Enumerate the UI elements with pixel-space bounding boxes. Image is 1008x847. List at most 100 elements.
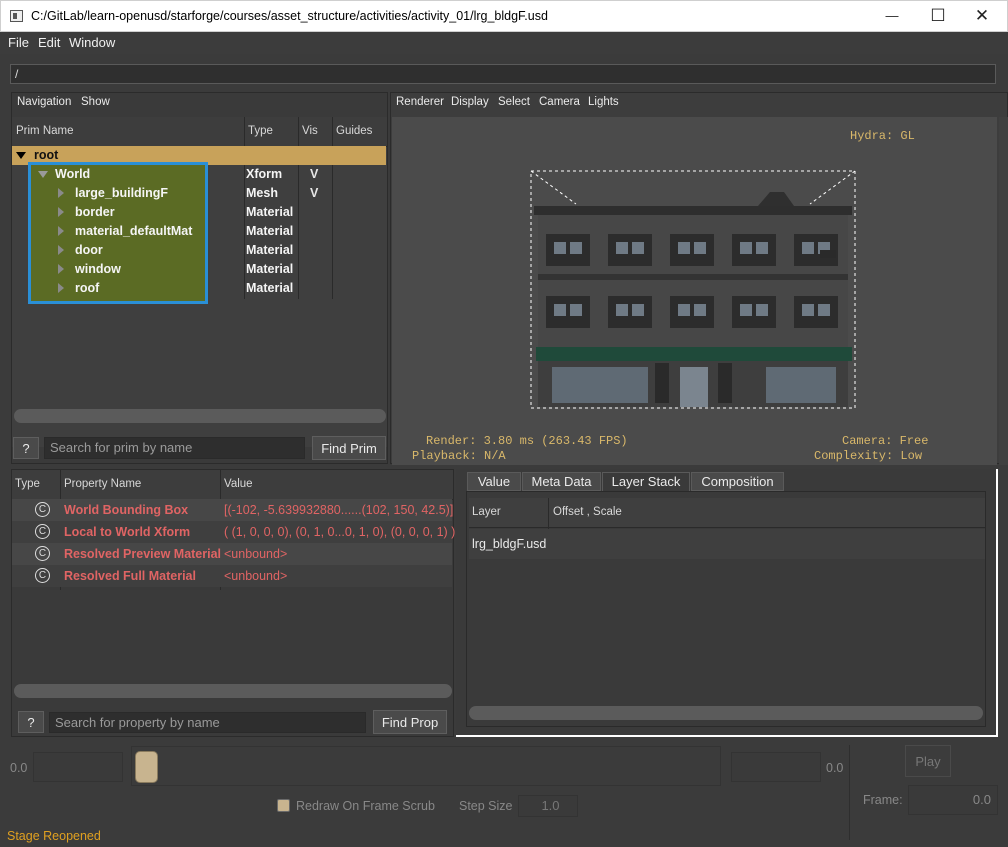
- hydra-label: Hydra: GL: [850, 129, 915, 143]
- layer-row[interactable]: lrg_bldgF.usd: [469, 529, 985, 559]
- menu-file[interactable]: File: [8, 35, 29, 50]
- prim-vis[interactable]: V: [310, 167, 318, 181]
- window-title: C:/GitLab/learn-openusd/starforge/course…: [31, 9, 548, 23]
- property-row[interactable]: C Local to World Xform ( (1, 0, 0, 0), (…: [12, 521, 456, 543]
- property-row[interactable]: C World Bounding Box [(-102, -5.63993288…: [12, 499, 454, 521]
- collapsed-arrow-icon[interactable]: [58, 264, 64, 274]
- minimize-icon[interactable]: —: [869, 1, 915, 31]
- prim-path-field[interactable]: /: [10, 64, 996, 84]
- timeline-start-label: 0.0: [10, 761, 28, 775]
- computed-icon: C: [35, 546, 50, 561]
- collapsed-arrow-icon[interactable]: [58, 283, 64, 293]
- prim-search-input[interactable]: Search for prim by name: [44, 437, 305, 459]
- prim-name: roof: [75, 281, 100, 295]
- viewport-menu-display[interactable]: Display: [451, 96, 489, 108]
- complexity-stats: Complexity: Low: [814, 449, 923, 463]
- timeline-slider-track[interactable]: [131, 746, 721, 786]
- property-name: Resolved Full Material: [64, 569, 196, 583]
- header-offset-scale[interactable]: Offset , Scale: [553, 506, 622, 518]
- header-prop-type[interactable]: Type: [15, 478, 40, 490]
- redraw-checkbox[interactable]: [277, 799, 290, 812]
- layer-stack-table: Layer Offset , Scale lrg_bldgF.usd: [466, 491, 986, 727]
- window-titlebar: C:/GitLab/learn-openusd/starforge/course…: [0, 0, 1008, 32]
- frame-field[interactable]: 0.0: [908, 785, 998, 815]
- prim-name: large_buildingF: [75, 186, 169, 200]
- tree-row-large-buildingF[interactable]: large_buildingF Mesh V: [12, 184, 386, 203]
- computed-icon: C: [35, 502, 50, 517]
- prim-type: Material: [246, 262, 294, 276]
- prim-vis[interactable]: V: [310, 186, 318, 200]
- camera-stats: Camera: Free: [842, 434, 929, 448]
- collapsed-arrow-icon[interactable]: [58, 188, 64, 198]
- tree-row-world[interactable]: World Xform V: [12, 165, 386, 184]
- header-prop-name[interactable]: Property Name: [64, 478, 141, 490]
- viewport-menu-camera[interactable]: Camera: [539, 96, 580, 108]
- tree-scrollbar[interactable]: [14, 409, 386, 423]
- tab-meta-data[interactable]: Meta Data: [522, 472, 601, 491]
- header-prop-value[interactable]: Value: [224, 478, 253, 490]
- computed-icon: C: [35, 524, 50, 539]
- tab-composition[interactable]: Composition: [691, 472, 784, 491]
- prim-name: window: [75, 262, 121, 276]
- property-help-button[interactable]: ?: [18, 711, 44, 733]
- prim-name: World: [55, 167, 91, 181]
- viewport-menu-select[interactable]: Select: [498, 96, 530, 108]
- prim-name: root: [34, 148, 59, 162]
- header-layer[interactable]: Layer: [472, 506, 501, 518]
- frame-label: Frame:: [863, 793, 903, 807]
- tree-row-roof[interactable]: roof Material: [12, 279, 386, 298]
- property-header: Type Property Name Value: [12, 470, 453, 500]
- start-frame-field[interactable]: [33, 752, 123, 782]
- property-row[interactable]: C Resolved Preview Material <unbound>: [12, 543, 452, 565]
- viewport-scrollbar[interactable]: [999, 117, 1008, 465]
- layer-scrollbar[interactable]: [469, 706, 983, 720]
- collapsed-arrow-icon[interactable]: [58, 207, 64, 217]
- menu-edit[interactable]: Edit: [38, 35, 60, 50]
- tree-row-window[interactable]: window Material: [12, 260, 386, 279]
- tree-row-border[interactable]: border Material: [12, 203, 386, 222]
- close-icon[interactable]: ✕: [959, 1, 1005, 31]
- collapsed-arrow-icon[interactable]: [58, 226, 64, 236]
- prim-type: Mesh: [246, 186, 278, 200]
- render-stats: Render: 3.80 ms (263.43 FPS): [426, 434, 628, 448]
- property-name: Resolved Preview Material: [64, 547, 222, 561]
- play-button[interactable]: Play: [905, 745, 951, 777]
- nav-menu-navigation[interactable]: Navigation: [17, 96, 71, 108]
- header-type[interactable]: Type: [248, 125, 273, 137]
- step-size-label: Step Size: [459, 799, 513, 813]
- timeline-slider-handle[interactable]: [135, 751, 158, 783]
- menu-bar: File Edit Window: [0, 32, 1008, 54]
- property-scrollbar[interactable]: [14, 684, 452, 698]
- building-render: [530, 170, 856, 409]
- header-vis[interactable]: Vis: [302, 125, 318, 137]
- tab-layer-stack[interactable]: Layer Stack: [602, 472, 690, 491]
- expand-arrow-icon[interactable]: [16, 152, 26, 159]
- tree-row-door[interactable]: door Material: [12, 241, 386, 260]
- expand-arrow-icon[interactable]: [38, 171, 48, 178]
- nav-menu-show[interactable]: Show: [81, 96, 110, 108]
- prim-tree-header: Prim Name Type Vis Guides: [12, 117, 387, 147]
- header-prim-name[interactable]: Prim Name: [16, 125, 74, 137]
- prim-name: material_defaultMat: [75, 224, 193, 238]
- viewport-menu-lights[interactable]: Lights: [588, 96, 619, 108]
- property-value: ( (1, 0, 0, 0), (0, 1, 0...0, 1, 0), (0,…: [224, 525, 456, 539]
- tree-row-material-defaultmat[interactable]: material_defaultMat Material: [12, 222, 386, 241]
- property-search-input[interactable]: Search for property by name: [49, 712, 366, 733]
- header-guides[interactable]: Guides: [336, 125, 372, 137]
- find-prop-button[interactable]: Find Prop: [373, 710, 447, 734]
- step-size-field[interactable]: 1.0: [518, 795, 578, 817]
- menu-window[interactable]: Window: [69, 35, 115, 50]
- timeline-end-label: 0.0: [826, 761, 844, 775]
- find-prim-button[interactable]: Find Prim: [312, 436, 386, 460]
- viewport-menu-renderer[interactable]: Renderer: [396, 96, 444, 108]
- collapsed-arrow-icon[interactable]: [58, 245, 64, 255]
- computed-icon: C: [35, 568, 50, 583]
- end-frame-field[interactable]: [731, 752, 821, 782]
- property-row[interactable]: C Resolved Full Material <unbound>: [12, 565, 452, 587]
- prim-help-button[interactable]: ?: [13, 437, 39, 459]
- property-name: Local to World Xform: [64, 525, 191, 539]
- tab-value[interactable]: Value: [467, 472, 521, 491]
- layer-table-header: Layer Offset , Scale: [469, 498, 985, 528]
- property-value: [(-102, -5.639932880......(102, 150, 42.…: [224, 503, 454, 517]
- maximize-icon[interactable]: ☐: [915, 1, 961, 31]
